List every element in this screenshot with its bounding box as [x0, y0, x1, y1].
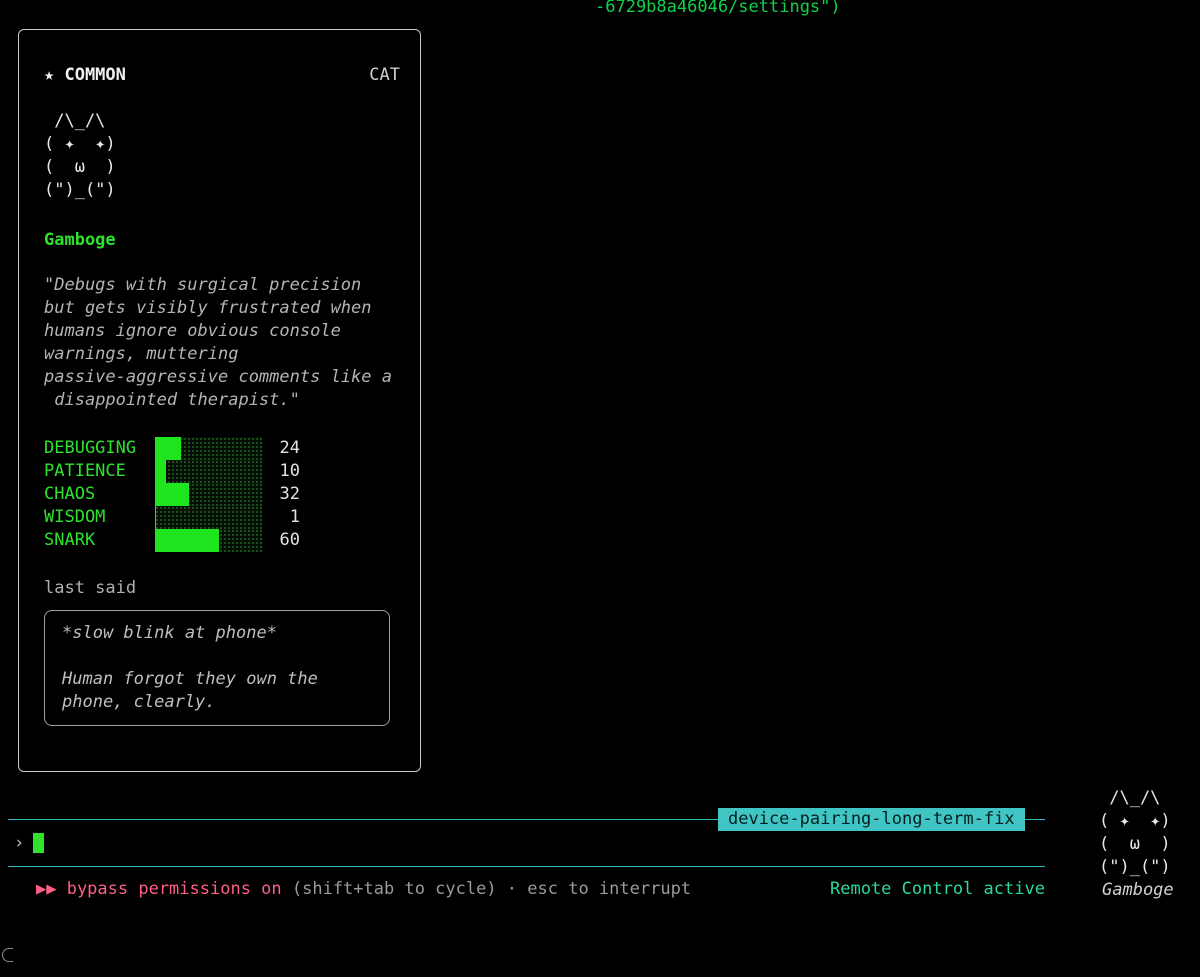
- stat-bar-fill: [155, 437, 181, 460]
- rounded-corner-fragment: [2, 948, 13, 962]
- stat-row: PATIENCE 10: [44, 460, 400, 483]
- input-box-bottom-border: [8, 866, 1045, 867]
- text-cursor: [33, 833, 44, 853]
- rarity-label: ★ COMMON: [44, 65, 126, 85]
- stat-value: 32: [279, 484, 300, 504]
- stat-label: PATIENCE: [44, 461, 126, 481]
- remote-control-status: Remote Control active: [830, 879, 1045, 899]
- prompt-icon: ›: [14, 833, 25, 853]
- last-said-quote-box: *slow blink at phone* Human forgot they …: [44, 610, 390, 726]
- card-type-label: CAT: [369, 65, 400, 85]
- stat-label: WISDOM: [44, 507, 106, 527]
- status-bar-left: ▶▶ bypass permissions on (shift+tab to c…: [36, 878, 691, 901]
- terminal-input-line[interactable]: [8, 826, 1045, 860]
- cat-ascii-art: /\_/\ ( ✦ ✦) ( ω ) (")_("): [44, 111, 116, 200]
- stat-value: 1: [289, 507, 300, 527]
- keyboard-hint: (shift+tab to cycle) · esc to interrupt: [281, 879, 692, 899]
- stat-value: 24: [279, 438, 300, 458]
- scrollback-text: -6729b8a46046/settings"): [595, 0, 841, 17]
- cat-description-quote: "Debugs with surgical precision but gets…: [44, 275, 392, 410]
- stat-row: SNARK 60: [44, 529, 400, 552]
- stat-value: 60: [279, 530, 300, 550]
- stat-bar-fill: [155, 506, 157, 529]
- stat-bar: [155, 460, 262, 483]
- stat-row: DEBUGGING 24: [44, 437, 400, 460]
- last-said-label: last said: [44, 578, 137, 598]
- mini-cat-name: Gamboge: [1102, 880, 1174, 900]
- stat-row: WISDOM 1: [44, 506, 400, 529]
- stat-bar: [155, 483, 262, 506]
- stat-value: 10: [279, 461, 300, 481]
- stat-label: DEBUGGING: [44, 438, 137, 458]
- stat-label: CHAOS: [44, 484, 96, 504]
- stat-bar-fill: [155, 460, 166, 483]
- stat-bar: [155, 437, 262, 460]
- mini-cat-ascii-art: /\_/\ ( ✦ ✦) ( ω ) (")_("): [1099, 788, 1171, 877]
- cat-name: Gamboge: [44, 230, 116, 250]
- stat-bar: [155, 529, 262, 552]
- stat-row: CHAOS 32: [44, 483, 400, 506]
- terminal-screen: -6729b8a46046/settings") ★ COMMON CAT /\…: [0, 0, 1200, 977]
- stats-list: DEBUGGING 24 PATIENCE 10 CHAOS 32 WISDOM…: [44, 437, 400, 552]
- stat-bar-fill: [155, 529, 220, 552]
- bypass-permissions-status: ▶▶ bypass permissions on: [36, 879, 282, 899]
- stat-label: SNARK: [44, 530, 96, 550]
- stat-bar-fill: [155, 483, 190, 506]
- task-name-badge: device-pairing-long-term-fix: [718, 808, 1025, 831]
- card-header: ★ COMMON CAT: [44, 64, 400, 87]
- stat-bar: [155, 506, 262, 529]
- cat-card: ★ COMMON CAT /\_/\ ( ✦ ✦) ( ω ) (")_(") …: [18, 29, 421, 772]
